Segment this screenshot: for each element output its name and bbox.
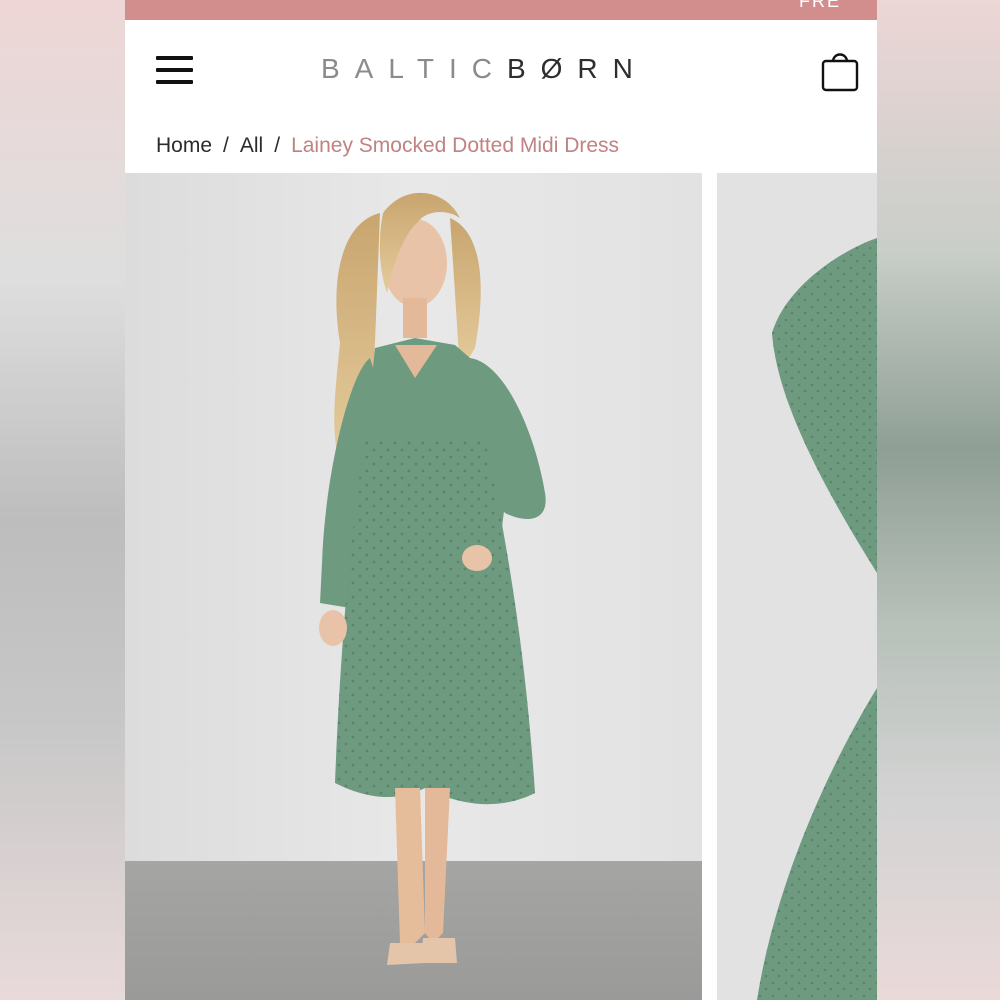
dress-detail-illustration	[757, 238, 877, 1000]
promo-banner[interactable]: FRE	[125, 0, 877, 20]
hamburger-menu-icon[interactable]	[156, 56, 194, 84]
logo-text-born: BØRN	[506, 53, 648, 84]
promo-text: FRE	[799, 0, 841, 11]
breadcrumb-all[interactable]: All	[240, 134, 263, 158]
shopping-bag-icon[interactable]	[821, 50, 859, 92]
product-image-gallery	[125, 173, 877, 1000]
breadcrumb-separator: /	[223, 134, 229, 157]
product-photo-next[interactable]	[717, 173, 877, 1000]
model-illustration	[319, 192, 546, 965]
breadcrumb: Home / All / Lainey Smocked Dotted Midi …	[156, 133, 619, 159]
phone-screen: FRE BALTICBØRN Home / All / Lainey Smock…	[125, 0, 877, 1000]
product-photo-main[interactable]	[125, 173, 702, 1000]
logo-text-baltic: BALTIC	[321, 53, 507, 84]
site-header: BALTICBØRN Home / All / Lainey Smocked D…	[125, 20, 877, 157]
brand-logo[interactable]: BALTICBØRN	[321, 53, 648, 89]
blurred-background-left	[0, 0, 125, 1000]
breadcrumb-separator: /	[274, 134, 281, 157]
blurred-background-right	[877, 0, 1000, 1000]
breadcrumb-home[interactable]: Home	[156, 134, 212, 158]
breadcrumb-current-product: Lainey Smocked Dotted Midi Dress	[291, 134, 620, 157]
